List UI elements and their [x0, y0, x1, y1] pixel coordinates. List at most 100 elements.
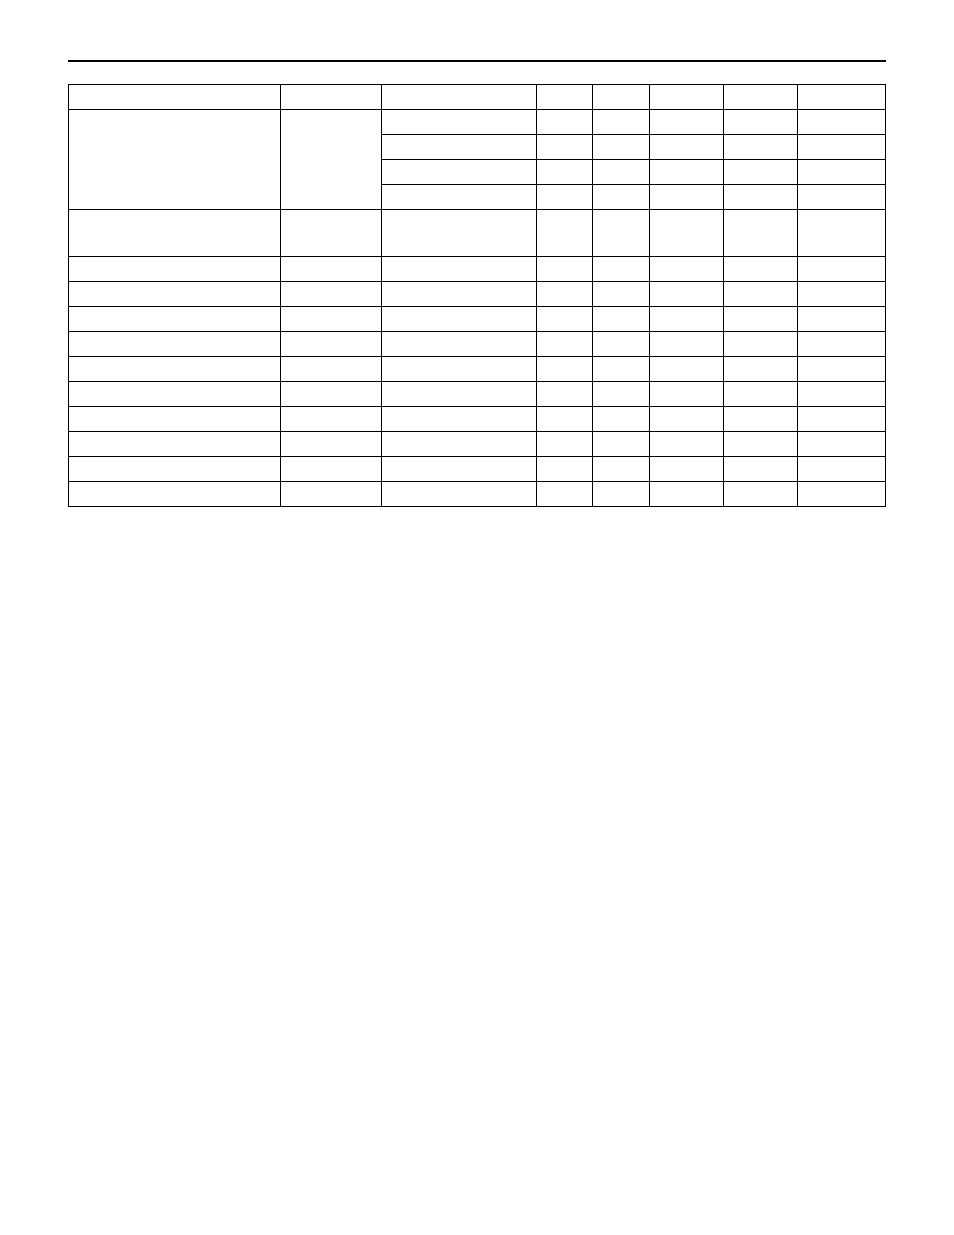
cell [537, 95, 592, 99]
cell [281, 267, 381, 271]
cell [650, 267, 723, 271]
cell [537, 317, 592, 321]
page-content [68, 60, 886, 507]
cell [724, 95, 797, 99]
cell [593, 267, 648, 271]
cell [593, 120, 648, 124]
cell [69, 267, 280, 271]
cell [382, 417, 536, 421]
cell [537, 442, 592, 446]
cell [724, 292, 797, 296]
cell [382, 120, 536, 124]
cell [537, 392, 592, 396]
cell [650, 442, 723, 446]
cell [593, 367, 648, 371]
table-row [69, 332, 886, 357]
table-row [69, 282, 886, 307]
cell [724, 342, 797, 346]
cell [798, 467, 885, 471]
cell [798, 95, 885, 99]
cell [798, 120, 885, 124]
data-table [68, 84, 886, 507]
cell [593, 342, 648, 346]
table-row [69, 432, 886, 457]
cell [798, 392, 885, 396]
table-row [69, 482, 886, 507]
cell [724, 195, 797, 199]
cell [382, 170, 536, 174]
cell [537, 367, 592, 371]
cell [281, 317, 381, 321]
cell [798, 492, 885, 496]
cell [537, 492, 592, 496]
table-row [69, 382, 886, 407]
cell [281, 342, 381, 346]
cell [724, 231, 797, 235]
cell [650, 231, 723, 235]
cell [724, 392, 797, 396]
cell [593, 317, 648, 321]
cell [281, 367, 381, 371]
cell [69, 317, 280, 321]
cell [724, 317, 797, 321]
cell [724, 417, 797, 421]
cell [724, 145, 797, 149]
cell [69, 467, 280, 471]
cell [593, 170, 648, 174]
cell [382, 367, 536, 371]
cell [281, 292, 381, 296]
cell [724, 170, 797, 174]
table-row [69, 357, 886, 382]
cell [798, 195, 885, 199]
cell [382, 392, 536, 396]
cell [382, 492, 536, 496]
cell [798, 317, 885, 321]
cell [650, 317, 723, 321]
cell [281, 158, 381, 162]
cell [69, 342, 280, 346]
cell [593, 231, 648, 235]
cell [593, 492, 648, 496]
table-row [69, 407, 886, 432]
cell [650, 492, 723, 496]
cell [537, 145, 592, 149]
table-row [69, 257, 886, 282]
cell [69, 492, 280, 496]
cell [650, 417, 723, 421]
cell [798, 145, 885, 149]
cell [281, 492, 381, 496]
cell [281, 95, 381, 99]
cell [650, 367, 723, 371]
cell [537, 292, 592, 296]
cell [69, 231, 280, 235]
cell [724, 367, 797, 371]
cell [593, 392, 648, 396]
cell [382, 317, 536, 321]
cell [593, 292, 648, 296]
cell [537, 467, 592, 471]
cell [798, 267, 885, 271]
cell [650, 170, 723, 174]
cell [382, 292, 536, 296]
cell [798, 170, 885, 174]
cell [382, 442, 536, 446]
cell [650, 195, 723, 199]
cell [281, 417, 381, 421]
cell [69, 292, 280, 296]
cell [382, 95, 536, 99]
cell [593, 145, 648, 149]
cell [593, 467, 648, 471]
cell [281, 442, 381, 446]
cell [537, 170, 592, 174]
cell [593, 195, 648, 199]
cell [724, 467, 797, 471]
cell [537, 231, 592, 235]
cell [69, 158, 280, 162]
table-row [69, 457, 886, 482]
cell [798, 292, 885, 296]
cell [724, 267, 797, 271]
cell [69, 95, 280, 99]
cell [798, 417, 885, 421]
cell [593, 95, 648, 99]
cell [593, 442, 648, 446]
